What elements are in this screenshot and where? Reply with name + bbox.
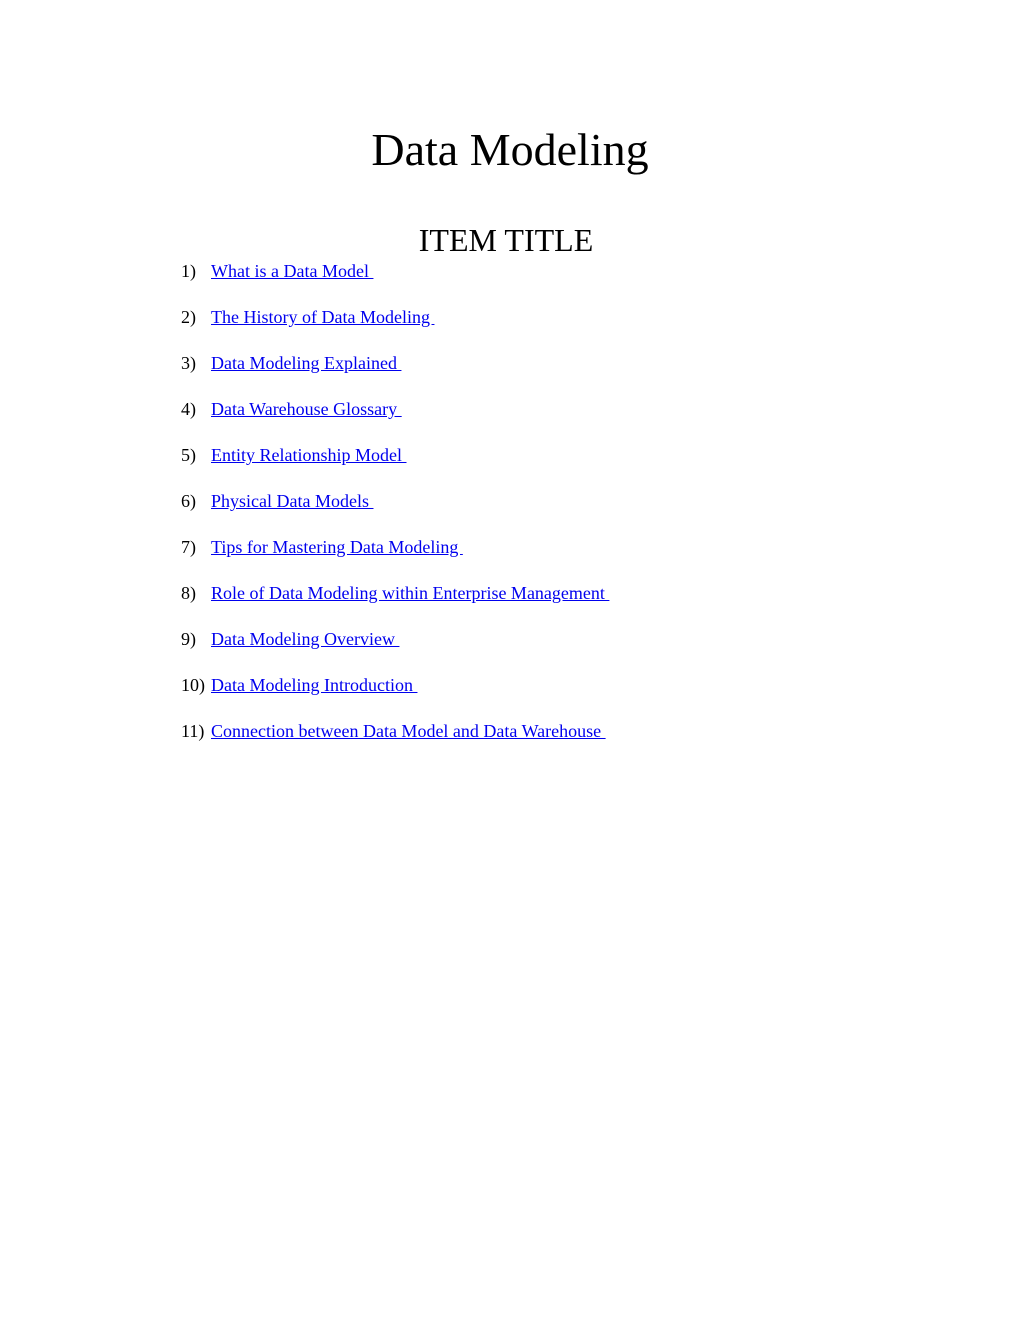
toc-link[interactable]: What is a Data Model [211,260,373,306]
item-number: 8) [181,583,196,603]
item-number: 3) [181,353,196,373]
toc-link[interactable]: Physical Data Models [211,490,373,536]
toc-link[interactable]: Connection between Data Model and Data W… [211,720,606,766]
list-item: 6) Physical Data Models [181,490,609,536]
item-number: 10) [181,675,205,695]
list-item: 2) The History of Data Modeling [181,306,609,352]
toc-link[interactable]: Tips for Mastering Data Modeling [211,536,463,582]
toc-link[interactable]: Data Modeling Introduction [211,674,417,720]
toc-link[interactable]: The History of Data Modeling [211,306,434,352]
item-number: 1) [181,261,196,281]
item-number: 11) [181,721,205,741]
toc-link[interactable]: Role of Data Modeling within Enterprise … [211,582,609,628]
list-item: 8) Role of Data Modeling within Enterpris… [181,582,609,628]
item-number: 7) [181,537,196,557]
list-item: 9) Data Modeling Overview [181,628,609,674]
toc-link[interactable]: Entity Relationship Model [211,444,407,490]
list-item: 1) What is a Data Model [181,260,609,306]
item-number: 2) [181,307,196,327]
list-item: 7) Tips for Mastering Data Modeling [181,536,609,582]
item-number: 4) [181,399,196,419]
toc-link[interactable]: Data Modeling Overview [211,628,399,674]
item-number: 9) [181,629,196,649]
list-item: 3) Data Modeling Explained [181,352,609,398]
list-item: 11) Connection between Data Model and Dat… [181,720,609,766]
list-item: 5) Entity Relationship Model [181,444,609,490]
toc-link[interactable]: Data Warehouse Glossary [211,398,402,444]
item-number: 5) [181,445,196,465]
toc-link[interactable]: Data Modeling Explained [211,352,401,398]
list-item: 10) Data Modeling Introduction [181,674,609,720]
page-title: Data Modeling [371,124,649,175]
section-heading: ITEM TITLE [418,222,594,258]
table-of-contents: 1) What is a Data Model 2) The History of … [181,260,609,766]
list-item: 4) Data Warehouse Glossary [181,398,609,444]
item-number: 6) [181,491,196,511]
